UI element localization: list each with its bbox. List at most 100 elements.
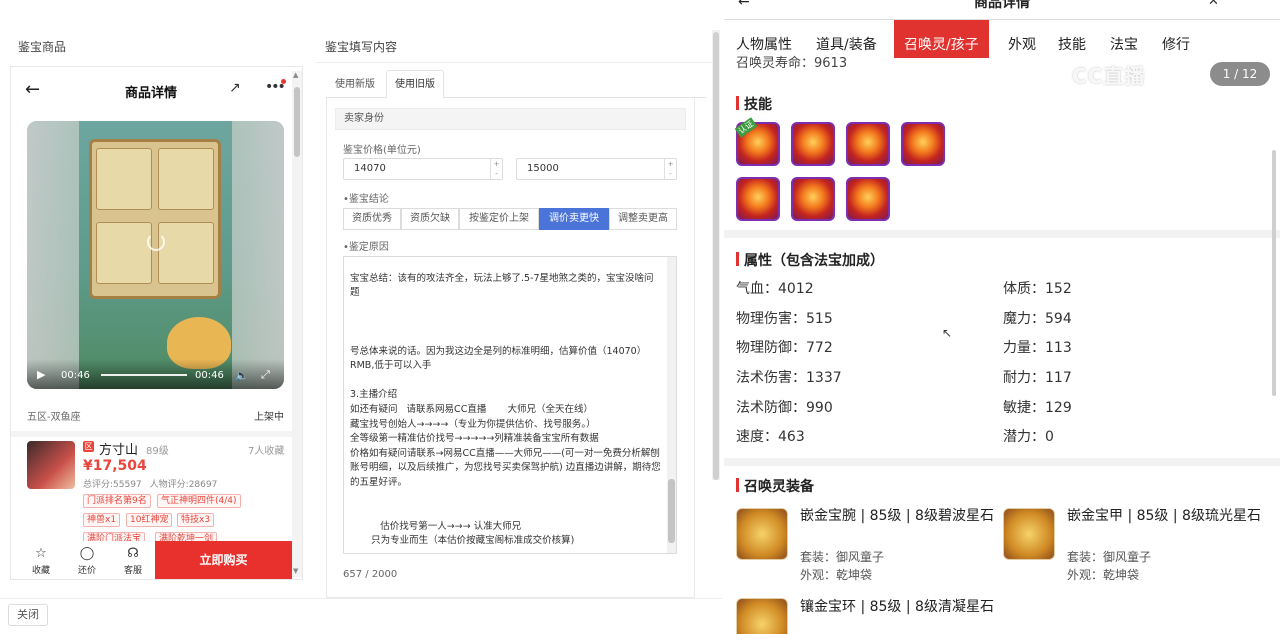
phone-title: 商品详情 bbox=[124, 86, 177, 101]
tab-cultivation[interactable]: 修行 bbox=[1152, 20, 1200, 58]
skill-icon[interactable] bbox=[736, 177, 780, 221]
reason-textarea[interactable]: 宝宝总结：该有的攻法齐全，玩法上够了.5-7星地煞之类的，宝宝没啥问题 号总体来… bbox=[343, 256, 677, 554]
character-score: 人物评分:28697 bbox=[149, 480, 218, 490]
attr-agility: 敏捷：129 bbox=[1003, 397, 1072, 417]
bargain-button[interactable]: ◯ 还价 bbox=[69, 546, 105, 577]
feature-tag: 特技x3 bbox=[177, 513, 215, 527]
attr-label: 敏捷： bbox=[1003, 400, 1045, 416]
form-box: 卖家身份 鉴宝价格(单位元) 14070 + - 15000 + - •鉴宝结论 资… bbox=[326, 98, 695, 598]
reason-label: •鉴定原因 bbox=[343, 242, 389, 253]
page-scroll-thumb[interactable] bbox=[713, 32, 719, 480]
video-card-cell bbox=[96, 148, 152, 210]
attr-endurance: 耐力：117 bbox=[1003, 367, 1072, 387]
ring-icon[interactable] bbox=[736, 598, 788, 634]
equip-set: 套装：御风童子 bbox=[800, 550, 885, 564]
listing-status: 上架中 bbox=[254, 412, 284, 423]
game-detail-panel: ← 商品详情 ✕ 人物属性 道具/装备 召唤灵/孩子 外观 技能 法宝 修行 召… bbox=[724, 0, 1280, 634]
video-current-time: 00:46 bbox=[61, 370, 90, 381]
conclusion-option[interactable]: 资质欠缺 bbox=[401, 208, 459, 230]
video-blur-right bbox=[232, 121, 284, 389]
scroll-up-icon[interactable]: ▲ bbox=[293, 71, 298, 79]
favorite-button[interactable]: ☆ 收藏 bbox=[23, 546, 59, 577]
play-icon[interactable]: ▶ bbox=[37, 368, 45, 381]
price-min-value: 14070 bbox=[354, 163, 386, 174]
attr-phys-dmg: 物理伤害：515 bbox=[736, 308, 833, 328]
skills-heading: 技能 bbox=[736, 94, 772, 114]
bracer-icon[interactable] bbox=[736, 508, 788, 560]
service-button[interactable]: ☊ 客服 bbox=[115, 547, 151, 577]
tab-treasures[interactable]: 法宝 bbox=[1100, 20, 1148, 58]
skill-icon[interactable] bbox=[791, 177, 835, 221]
close-icon[interactable]: ✕ bbox=[1208, 0, 1219, 9]
share-icon[interactable]: ↗ bbox=[229, 80, 241, 96]
price-min-input[interactable]: 14070 + - bbox=[343, 158, 503, 180]
divider bbox=[0, 598, 722, 599]
stepper-icon[interactable]: + - bbox=[664, 159, 676, 179]
bargain-icon: ◯ bbox=[79, 546, 95, 561]
notification-dot-icon bbox=[281, 79, 286, 84]
buy-now-button[interactable]: 立即购买 bbox=[155, 541, 292, 579]
seller-identity-header: 卖家身份 bbox=[335, 108, 686, 130]
tab-new-version[interactable]: 使用新版 bbox=[326, 70, 384, 98]
textarea-scrollbar[interactable] bbox=[667, 257, 676, 553]
feature-tag: 神兽x1 bbox=[83, 513, 121, 527]
reason-text: 宝宝总结：该有的攻法齐全，玩法上够了.5-7星地煞之类的，宝宝没啥问题 号总体来… bbox=[350, 272, 661, 547]
version-tabs: 使用新版 使用旧版 bbox=[326, 70, 706, 98]
close-button[interactable]: 关闭 bbox=[8, 604, 48, 626]
conclusion-option-selected[interactable]: 调价卖更快 bbox=[539, 208, 609, 230]
attr-potential: 潜力：0 bbox=[1003, 426, 1054, 446]
attr-value: 117 bbox=[1045, 370, 1072, 386]
scroll-down-icon[interactable]: ▼ bbox=[293, 567, 298, 575]
preview-scroll-thumb[interactable] bbox=[294, 87, 300, 157]
tab-skills[interactable]: 技能 bbox=[1048, 20, 1096, 58]
page-scrollbar[interactable] bbox=[712, 30, 720, 480]
attr-hp: 气血：4012 bbox=[736, 278, 814, 298]
equipment-card: 召唤灵装备 嵌金宝腕 | 85级 | 8级碧波星石 套装：御风童子 外观：乾坤袋… bbox=[724, 466, 1280, 634]
equip-name: 镶金宝环 | 85级 | 8级清凝星石 bbox=[800, 599, 994, 615]
attributes-heading: 属性（包含法宝加成） bbox=[736, 250, 884, 270]
tab-old-version[interactable]: 使用旧版 bbox=[386, 70, 444, 98]
skill-icon[interactable] bbox=[791, 122, 835, 166]
divider bbox=[316, 62, 712, 63]
feature-tag: 气正神明四件(4/4) bbox=[157, 494, 241, 508]
attr-value: 1337 bbox=[806, 370, 842, 386]
star-icon: ☆ bbox=[35, 546, 47, 561]
detail-title: 商品详情 bbox=[974, 0, 1030, 11]
equipment-heading: 召唤灵装备 bbox=[736, 476, 814, 496]
conclusion-option[interactable]: 按鉴定价上架 bbox=[459, 208, 539, 230]
fullscreen-icon[interactable]: ⤢ bbox=[261, 368, 270, 382]
tab-appearance[interactable]: 外观 bbox=[998, 20, 1046, 58]
page-indicator: 1 / 12 bbox=[1210, 62, 1270, 86]
conclusion-option[interactable]: 资质优秀 bbox=[343, 208, 401, 230]
price-max-input[interactable]: 15000 + - bbox=[516, 158, 677, 180]
skill-icon[interactable] bbox=[846, 177, 890, 221]
detail-scrollbar[interactable] bbox=[1272, 150, 1276, 396]
textarea-scroll-thumb[interactable] bbox=[668, 479, 675, 543]
phone-preview: ← 商品详情 ↗ ••• ▶ 00:46 00:46 🔈 ⤢ 五区-双鱼座 上架… bbox=[10, 66, 303, 580]
volume-icon[interactable]: 🔈 bbox=[235, 369, 249, 382]
tab-summons[interactable]: 召唤灵/孩子 bbox=[894, 20, 989, 58]
attr-value: 152 bbox=[1045, 281, 1072, 297]
video-card-cell bbox=[158, 148, 214, 210]
video-progress-track[interactable] bbox=[101, 374, 187, 376]
preview-scrollbar[interactable]: ▲ ▼ bbox=[292, 71, 302, 577]
stepper-icon[interactable]: + - bbox=[490, 159, 502, 179]
attr-magic: 魔力：594 bbox=[1003, 308, 1072, 328]
conclusion-option[interactable]: 调整卖更高 bbox=[609, 208, 677, 230]
video-duration: 00:46 bbox=[195, 370, 224, 381]
preview-section-title: 鉴宝商品 bbox=[18, 40, 67, 54]
character-avatar bbox=[27, 441, 75, 489]
attr-label: 体质： bbox=[1003, 281, 1045, 297]
conclusion-label: •鉴宝结论 bbox=[343, 194, 389, 205]
attr-value: 113 bbox=[1045, 340, 1072, 356]
price-max-value: 15000 bbox=[527, 163, 559, 174]
equip-name: 嵌金宝甲 | 85级 | 8级琉光星石 bbox=[1067, 508, 1261, 524]
skill-icon[interactable] bbox=[901, 122, 945, 166]
server-name: 五区-双鱼座 bbox=[27, 412, 81, 423]
armor-icon[interactable] bbox=[1003, 508, 1055, 560]
attr-strength: 力量：113 bbox=[1003, 337, 1072, 357]
product-video[interactable]: ▶ 00:46 00:46 🔈 ⤢ bbox=[27, 121, 284, 389]
attr-value: 0 bbox=[1045, 429, 1054, 445]
skill-icon[interactable] bbox=[846, 122, 890, 166]
skill-icon[interactable]: 认证 bbox=[734, 117, 780, 166]
